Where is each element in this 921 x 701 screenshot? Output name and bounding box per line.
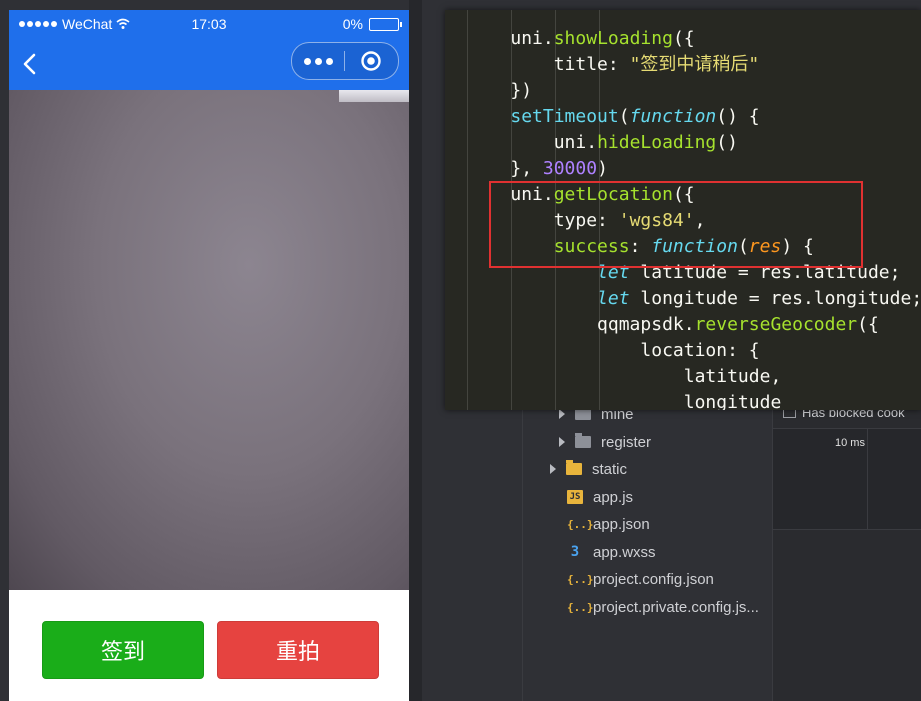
timeline-gridline [867, 429, 868, 529]
chevron-left-icon[interactable] [19, 52, 43, 76]
tree-item-app-json[interactable]: {..} app.json [567, 511, 650, 537]
expand-arrow-icon[interactable] [559, 437, 565, 447]
nav-bar [9, 38, 409, 90]
network-panel: Has blocked cook 10 ms [772, 400, 921, 701]
code-token: setTimeout [510, 106, 619, 127]
code-token: reverseGeocoder [694, 314, 858, 335]
code-token: "签到中请稍后" [629, 54, 760, 75]
json-file-icon: {..} [567, 600, 594, 614]
battery-indicator: 0% [342, 16, 402, 32]
tree-item-label: app.wxss [593, 543, 656, 561]
tree-item-project-config[interactable]: {..} project.config.json [567, 566, 714, 592]
network-timeline: 10 ms [773, 428, 921, 530]
code-token: () [716, 132, 738, 153]
code-token: ({ [857, 314, 879, 335]
code-token: uni. [553, 132, 598, 153]
timeline-tick: 10 ms [835, 437, 865, 449]
code-token: title: [553, 54, 630, 75]
code-token: () { [716, 106, 760, 127]
battery-icon [369, 17, 402, 31]
code-token: }, [510, 158, 543, 179]
folder-icon [575, 433, 591, 448]
camera-glare [339, 90, 409, 102]
tree-item-app-js[interactable]: JS app.js [567, 484, 633, 510]
code-token: location: { [640, 340, 760, 361]
code-line: title: "签到中请稍后" [467, 52, 760, 78]
tree-item-label: app.json [593, 515, 650, 533]
code-token: qqmapsdk. [597, 314, 695, 335]
code-line: }, 30000) [467, 156, 608, 182]
code-token: ) [597, 158, 608, 179]
retake-button[interactable]: 重拍 [217, 621, 379, 679]
code-line: uni.showLoading({ [467, 26, 695, 52]
tree-item-static[interactable]: static [550, 456, 627, 482]
code-token: }) [510, 80, 533, 101]
tree-item-project-private-config[interactable]: {..} project.private.config.js... [567, 594, 759, 620]
target-circle-icon[interactable] [345, 43, 397, 79]
more-dots-icon[interactable] [292, 43, 344, 79]
code-line: let longitude = res.longitude; [467, 286, 921, 312]
code-line: }) [467, 78, 532, 104]
tree-item-label: register [601, 433, 652, 451]
json-file-icon: {..} [567, 572, 594, 586]
json-file-icon: {..} [567, 517, 594, 531]
status-bar: WeChat 17:03 0% [9, 10, 409, 38]
css-file-icon: 3 [570, 544, 580, 560]
code-token: showLoading [553, 28, 673, 49]
code-token: function [629, 106, 717, 127]
code-line: qqmapsdk.reverseGeocoder({ [467, 312, 879, 338]
code-token: longitude [683, 392, 782, 410]
code-line: latitude, [467, 364, 782, 390]
tree-item-label: static [592, 460, 628, 478]
tree-item-app-wxss[interactable]: 3 app.wxss [567, 539, 656, 565]
code-editor-snippet: uni.showLoading({ title: "签到中请稍后" }) set… [445, 10, 921, 410]
code-line: setTimeout(function() { [467, 104, 760, 130]
code-line: location: { [467, 338, 760, 364]
code-line: uni.hideLoading() [467, 130, 738, 156]
code-token: longitude = res.longitude; [629, 288, 921, 309]
code-token: ({ [672, 28, 695, 49]
js-file-icon: JS [567, 490, 583, 504]
battery-percent: 0% [342, 16, 363, 32]
tree-item-register[interactable]: register [559, 429, 651, 455]
phone-simulator: WeChat 17:03 0% 签到 重拍 [9, 10, 409, 701]
folder-static-icon [566, 460, 582, 475]
code-line: longitude [467, 390, 782, 410]
expand-arrow-icon[interactable] [559, 409, 565, 419]
code-token: ( [618, 106, 630, 127]
expand-arrow-icon[interactable] [550, 464, 556, 474]
sign-in-button[interactable]: 签到 [42, 621, 204, 679]
panel-divider[interactable] [409, 0, 422, 701]
code-token: latitude, [683, 366, 782, 387]
code-token: 30000 [542, 158, 598, 179]
code-token: let [597, 288, 630, 309]
menu-capsule [291, 42, 399, 80]
code-token: hideLoading [597, 132, 717, 153]
tree-item-label: project.config.json [593, 570, 714, 588]
action-bar: 签到 重拍 [9, 590, 409, 701]
highlight-box [489, 181, 863, 268]
file-tree: mine register static JS app.js {..} app.… [522, 400, 773, 701]
code-token: uni. [510, 28, 554, 49]
camera-preview [9, 90, 409, 590]
tree-item-label: project.private.config.js... [593, 598, 759, 616]
tree-item-label: app.js [593, 488, 634, 506]
